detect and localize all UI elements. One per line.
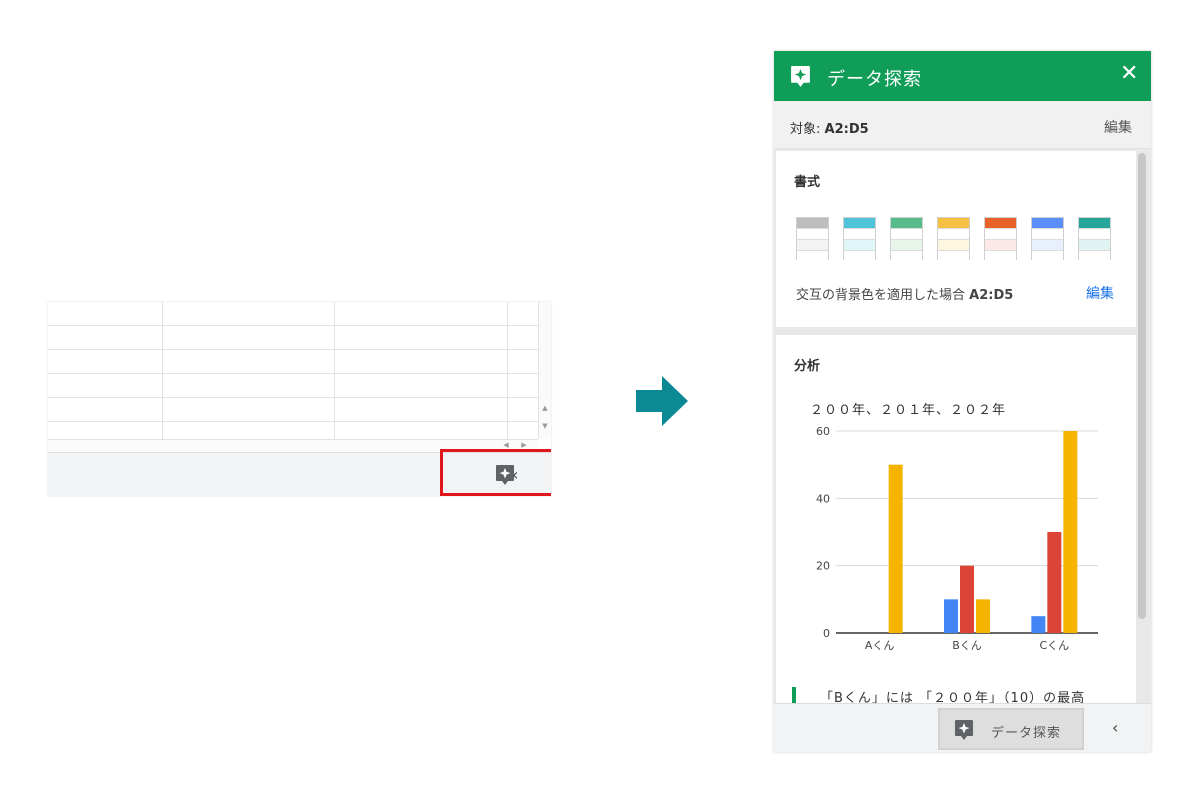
format-card-title: 書式 <box>794 175 821 190</box>
x-tick-label: Aくん <box>865 639 895 652</box>
swatch-orange[interactable] <box>984 217 1017 261</box>
format-card: 書式 交互の背景色を適用した場合 A2:D5 編集 <box>776 151 1136 327</box>
y-tick-label: 40 <box>816 492 830 505</box>
format-range: A2:D5 <box>969 288 1014 303</box>
panel-footer: データ探索 ‹ <box>774 703 1151 752</box>
explore-button-highlighted[interactable] <box>440 449 551 496</box>
swatch-row-band <box>1079 250 1110 261</box>
target-edit-link[interactable]: 編集 <box>1104 117 1132 137</box>
panel-header: データ探索 ✕ <box>774 51 1151 101</box>
swatch-gray[interactable] <box>796 217 829 261</box>
collapse-chevron-icon[interactable]: ‹ <box>512 465 518 484</box>
target-prefix: 対象: <box>790 122 825 137</box>
grid-col-line <box>162 302 163 439</box>
swatch-header-band <box>1032 218 1063 228</box>
swatch-row-band <box>1032 239 1063 250</box>
swatch-row-band <box>797 228 828 239</box>
explore-button-label: データ探索 <box>991 726 1062 741</box>
insight-accent-bar <box>792 687 796 703</box>
scroll-right-icon[interactable]: ▶ <box>518 441 530 449</box>
swatch-row-band <box>891 228 922 239</box>
stage: ▲ ▼ ◀ ▶ ‹ データ探索 ✕ 対象: A2:D5 編集 書式 交互の背景色… <box>0 0 1200 800</box>
swatch-row-band <box>985 250 1016 261</box>
y-tick-label: 60 <box>816 425 830 438</box>
bar-Bくん-2 <box>976 599 990 633</box>
explore-button[interactable]: データ探索 <box>938 708 1084 750</box>
bar-Bくん-1 <box>960 565 974 633</box>
swatch-yellow[interactable] <box>937 217 970 261</box>
swatch-row-band <box>844 239 875 250</box>
swatch-row-band <box>1032 228 1063 239</box>
grid-row-line <box>48 397 538 398</box>
grid-row-line <box>48 421 538 422</box>
bar-Cくん-2 <box>1063 431 1078 633</box>
scroll-down-icon[interactable]: ▼ <box>539 422 551 430</box>
swatch-header-band <box>1079 218 1110 228</box>
cell-grid[interactable] <box>48 302 538 439</box>
swatch-header-band <box>985 218 1016 228</box>
spreadsheet-preview: ▲ ▼ ◀ ▶ ‹ <box>48 302 551 496</box>
x-tick-label: Bくん <box>952 639 982 652</box>
explore-panel: データ探索 ✕ 対象: A2:D5 編集 書式 交互の背景色を適用した場合 A2… <box>774 51 1151 752</box>
bar-Aくん-2 <box>888 464 903 633</box>
analysis-card: 分析 ２００年、２０１年、２０２年 0 20 40 60 Aくん Bくん Cくん 「Bくん」… <box>776 335 1136 703</box>
insight-text[interactable]: 「Bくん」には 「２００年」（10）の最高 <box>820 687 1085 703</box>
y-tick-label: 0 <box>823 627 830 640</box>
target-label: 対象: A2:D5 <box>790 118 869 137</box>
scroll-left-icon[interactable]: ◀ <box>500 441 512 449</box>
swatch-row-band <box>1079 228 1110 239</box>
grid-col-line <box>507 302 508 439</box>
close-icon[interactable]: ✕ <box>1120 61 1138 86</box>
swatch-header-band <box>938 218 969 228</box>
swatch-row-band <box>891 239 922 250</box>
swatch-row-band <box>891 250 922 261</box>
bar-Cくん-1 <box>1047 532 1062 633</box>
right-arrow-icon <box>636 376 688 426</box>
swatch-row-band <box>938 228 969 239</box>
swatch-cyan[interactable] <box>843 217 876 261</box>
swatch-header-band <box>797 218 828 228</box>
swatch-row-band <box>797 239 828 250</box>
swatch-green[interactable] <box>890 217 923 261</box>
panel-scrollbar-thumb[interactable] <box>1138 153 1146 619</box>
analysis-card-title: 分析 <box>794 359 821 374</box>
bar-chart[interactable]: 0 20 40 60 Aくん Bくん Cくん <box>776 415 1136 655</box>
swatch-row-band <box>1032 250 1063 261</box>
swatch-row-band <box>844 228 875 239</box>
swatch-row-band <box>985 228 1016 239</box>
format-description-text: 交互の背景色を適用した場合 <box>796 288 970 303</box>
bar-Bくん-0 <box>944 599 958 633</box>
explore-sparkle-icon <box>791 66 810 87</box>
grid-row-line <box>48 373 538 374</box>
vertical-scrollbar[interactable]: ▲ ▼ <box>538 302 551 439</box>
swatch-header-band <box>844 218 875 228</box>
y-tick-label: 20 <box>816 560 830 573</box>
swatch-row-band <box>844 250 875 261</box>
swatch-row-band <box>797 250 828 261</box>
format-edit-link[interactable]: 編集 <box>1086 283 1114 303</box>
explore-sparkle-icon <box>955 720 973 740</box>
format-description: 交互の背景色を適用した場合 A2:D5 <box>796 284 1013 303</box>
collapse-chevron-icon[interactable]: ‹ <box>1112 718 1118 737</box>
target-range-row: 対象: A2:D5 編集 <box>774 101 1151 149</box>
swatch-row-band <box>938 250 969 261</box>
panel-title: データ探索 <box>827 69 922 90</box>
swatch-row-band <box>985 239 1016 250</box>
target-range: A2:D5 <box>824 122 869 137</box>
swatch-row-band <box>938 239 969 250</box>
swatch-teal[interactable] <box>1078 217 1111 261</box>
x-tick-label: Cくん <box>1039 639 1069 652</box>
swatch-header-band <box>891 218 922 228</box>
grid-row-line <box>48 349 538 350</box>
swatch-blue[interactable] <box>1031 217 1064 261</box>
panel-scroll-area[interactable]: 書式 交互の背景色を適用した場合 A2:D5 編集 分析 ２００年、２０１年、２… <box>774 149 1151 703</box>
scroll-up-icon[interactable]: ▲ <box>539 404 551 412</box>
grid-col-line <box>334 302 335 439</box>
swatch-row-band <box>1079 239 1110 250</box>
bar-Cくん-0 <box>1031 616 1046 633</box>
grid-row-line <box>48 325 538 326</box>
